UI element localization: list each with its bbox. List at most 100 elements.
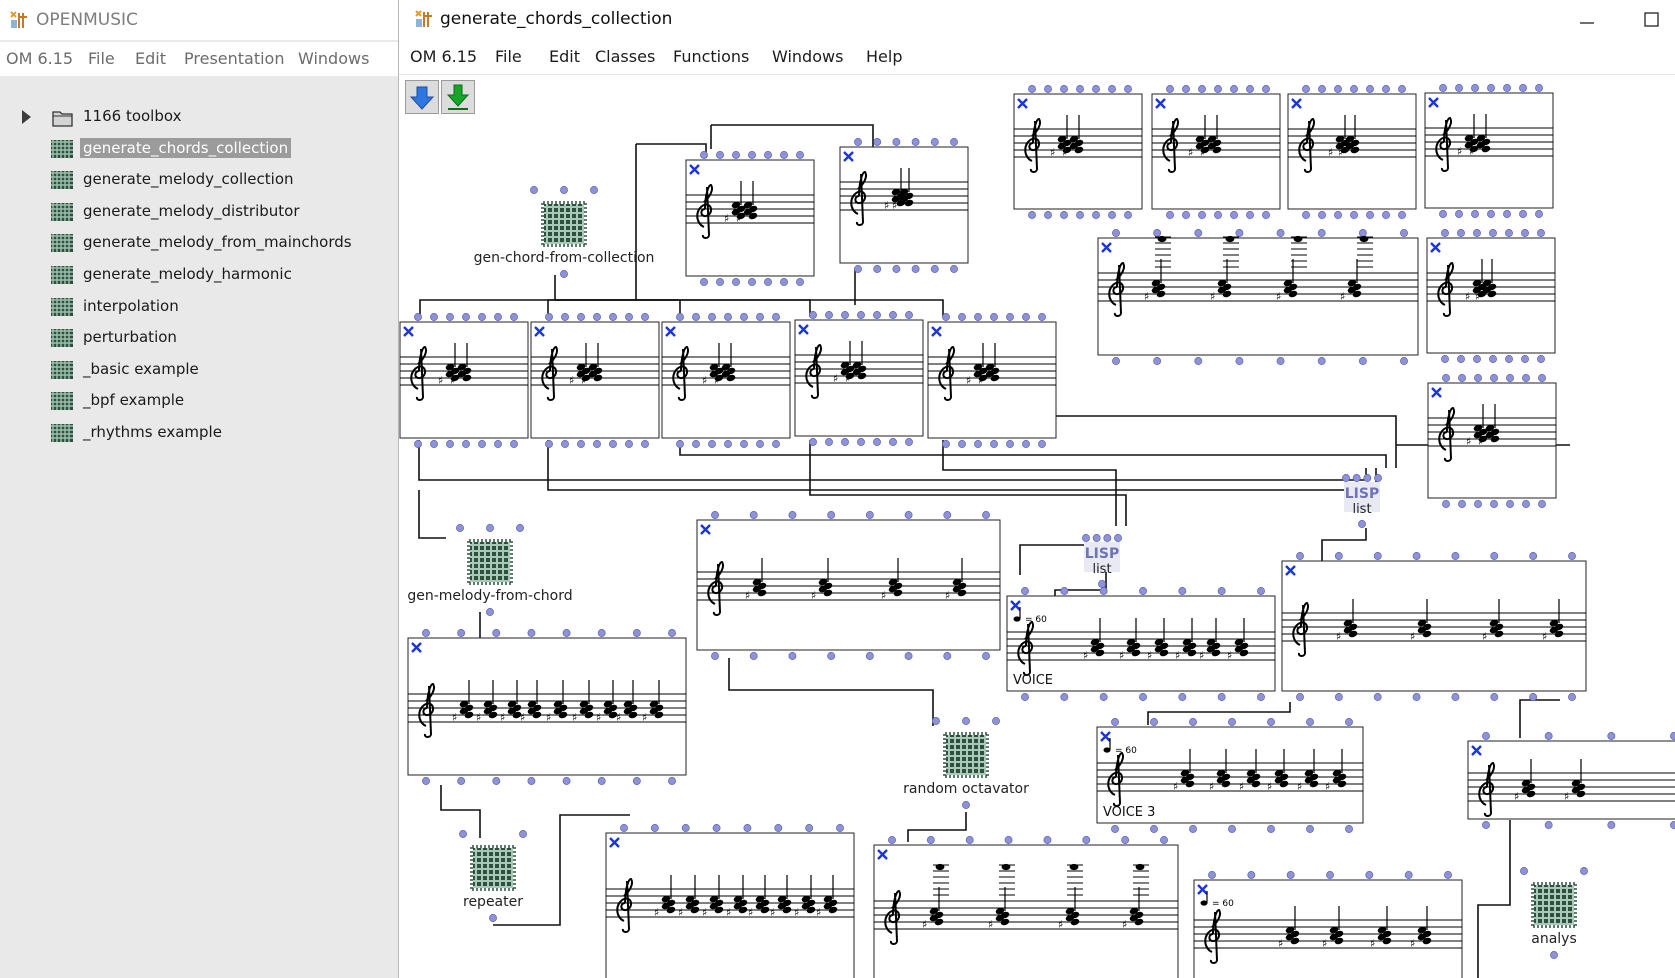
- inlet-dot[interactable]: [1520, 867, 1528, 875]
- inlet-dot[interactable]: [827, 652, 836, 660]
- inlet-dot[interactable]: [1350, 85, 1358, 93]
- inlet-dot[interactable]: [1060, 85, 1068, 93]
- inlet-dot[interactable]: [1487, 84, 1495, 92]
- inlet-dot[interactable]: [486, 524, 494, 532]
- inlet-dot[interactable]: [1503, 84, 1511, 92]
- inlet-dot[interactable]: [1412, 552, 1421, 560]
- inlet-dot[interactable]: [1505, 355, 1513, 363]
- inlet-dot[interactable]: [1208, 871, 1216, 879]
- inlet-dot[interactable]: [1400, 229, 1408, 237]
- inlet-dot[interactable]: [692, 313, 700, 321]
- inlet-dot[interactable]: [1257, 693, 1265, 701]
- inlet-dot[interactable]: [1021, 587, 1029, 595]
- inlet-dot[interactable]: [1198, 211, 1206, 219]
- inlet-dot[interactable]: [486, 608, 494, 616]
- lisp-list-box-1[interactable]: LISPlist: [1342, 474, 1382, 528]
- inlet-dot[interactable]: [1544, 732, 1553, 740]
- inlet-dot[interactable]: [1111, 825, 1119, 833]
- inlet-dot[interactable]: [1178, 587, 1187, 595]
- inlet-dot[interactable]: [1076, 211, 1084, 219]
- inlet-dot[interactable]: [1182, 211, 1190, 219]
- inlet-dot[interactable]: [681, 824, 690, 832]
- inlet-dot[interactable]: [1099, 693, 1108, 701]
- inlet-dot[interactable]: [597, 629, 606, 637]
- inlet-dot[interactable]: [788, 652, 797, 660]
- inlet-dot[interactable]: [1363, 474, 1372, 482]
- inlet-dot[interactable]: [1442, 374, 1450, 382]
- expand-triangle-icon[interactable]: [22, 110, 31, 124]
- inlet-dot[interactable]: [788, 511, 797, 519]
- inlet-dot[interactable]: [1228, 825, 1236, 833]
- workspace-patch-item[interactable]: _basic example: [16, 356, 376, 384]
- inlet-dot[interactable]: [1092, 534, 1101, 542]
- patch-box-icon[interactable]: [1531, 882, 1577, 928]
- inlet-dot[interactable]: [962, 801, 970, 809]
- inlet-dot[interactable]: [1103, 534, 1112, 542]
- inlet-dot[interactable]: [1473, 355, 1481, 363]
- inlet-dot[interactable]: [492, 629, 501, 637]
- inlet-dot[interactable]: [1228, 718, 1236, 726]
- inlet-dot[interactable]: [732, 278, 740, 286]
- inlet-dot[interactable]: [641, 440, 649, 448]
- inlet-dot[interactable]: [892, 265, 901, 273]
- inlet-dot[interactable]: [1076, 85, 1084, 93]
- inlet-dot[interactable]: [1262, 211, 1270, 219]
- chord-seq-box-wide[interactable]: ♯ ♯ ♯ ♯: [1097, 229, 1419, 365]
- inlet-dot[interactable]: [711, 511, 719, 519]
- inlet-dot[interactable]: [1317, 357, 1326, 365]
- inlet-dot[interactable]: [911, 138, 920, 146]
- inlet-dot[interactable]: [958, 313, 966, 321]
- inlet-dot[interactable]: [1150, 825, 1158, 833]
- inlet-dot[interactable]: [749, 652, 758, 660]
- inlet-dot[interactable]: [873, 311, 881, 319]
- inlet-dot[interactable]: [857, 311, 865, 319]
- inlet-dot[interactable]: [974, 440, 982, 448]
- inlet-dot[interactable]: [510, 313, 518, 321]
- inlet-dot[interactable]: [577, 313, 585, 321]
- inlet-dot[interactable]: [668, 629, 676, 637]
- inlet-dot[interactable]: [865, 652, 874, 660]
- random-octavator-box[interactable]: random octavator: [903, 717, 1029, 809]
- inlet-dot[interactable]: [1178, 693, 1187, 701]
- inlet-dot[interactable]: [593, 440, 601, 448]
- inlet-dot[interactable]: [888, 836, 896, 844]
- inlet-dot[interactable]: [1457, 355, 1465, 363]
- inlet-dot[interactable]: [1114, 534, 1122, 542]
- inlet-dot[interactable]: [1166, 211, 1174, 219]
- inlet-dot[interactable]: [809, 438, 817, 446]
- inlet-dot[interactable]: [1112, 229, 1120, 237]
- inlet-dot[interactable]: [865, 511, 874, 519]
- inlet-dot[interactable]: [1124, 85, 1132, 93]
- inlet-dot[interactable]: [982, 511, 990, 519]
- inlet-dot[interactable]: [430, 440, 438, 448]
- inlet-dot[interactable]: [1267, 718, 1275, 726]
- inlet-dot[interactable]: [462, 313, 470, 321]
- inlet-dot[interactable]: [632, 629, 641, 637]
- chord-seq-box-right[interactable]: ♯ ♯ ♯ ♯: [1281, 552, 1587, 701]
- inlet-dot[interactable]: [1457, 229, 1465, 237]
- inlet-dot[interactable]: [1503, 210, 1511, 218]
- inlet-dot[interactable]: [836, 824, 844, 832]
- inlet-dot[interactable]: [545, 440, 553, 448]
- inlet-dot[interactable]: [982, 652, 990, 660]
- inlet-dot[interactable]: [609, 440, 617, 448]
- inlet-dot[interactable]: [1490, 552, 1499, 560]
- inlet-dot[interactable]: [1373, 693, 1382, 701]
- inlet-dot[interactable]: [1153, 357, 1162, 365]
- chord-box-top-2[interactable]: ♯ ♯: [1151, 85, 1281, 219]
- inlet-dot[interactable]: [650, 824, 659, 832]
- inlet-dot[interactable]: [1345, 718, 1353, 726]
- inlet-dot[interactable]: [641, 313, 649, 321]
- inlet-dot[interactable]: [772, 440, 780, 448]
- inlet-dot[interactable]: [1442, 500, 1450, 508]
- inlet-dot[interactable]: [1382, 85, 1390, 93]
- chord-box-top-3[interactable]: ♯ ♯: [1287, 85, 1417, 219]
- inlet-dot[interactable]: [478, 313, 486, 321]
- inlet-dot[interactable]: [1373, 552, 1382, 560]
- inlet-dot[interactable]: [1006, 440, 1014, 448]
- chord-box-right-2[interactable]: ♯ ♯: [1427, 374, 1557, 508]
- inlet-dot[interactable]: [716, 151, 724, 159]
- inlet-dot[interactable]: [562, 629, 571, 637]
- inlet-dot[interactable]: [1022, 313, 1030, 321]
- inlet-dot[interactable]: [1043, 836, 1052, 844]
